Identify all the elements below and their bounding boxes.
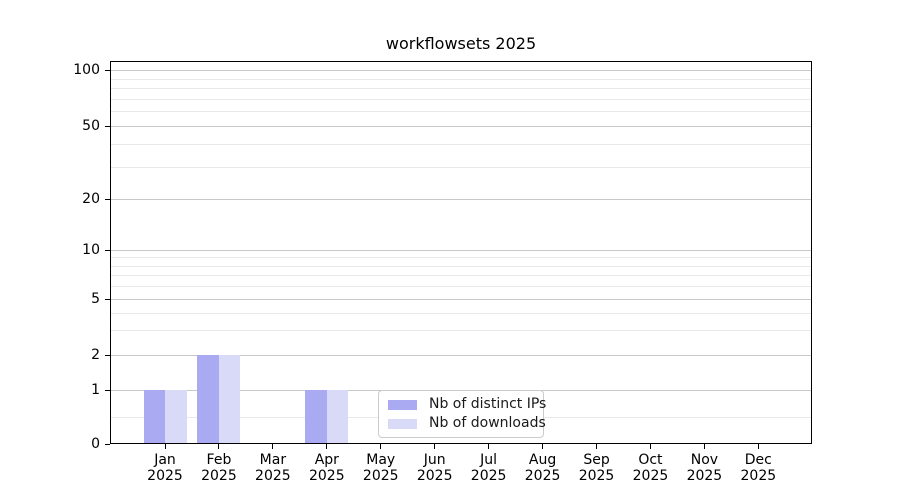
gridline-minor	[110, 275, 812, 277]
chart-canvas: workflowsets 2025 0 1 2 5 10 20 50 100 Jan 2025 F…	[0, 0, 900, 500]
x-tick-label-feb: Feb 2025	[201, 452, 237, 484]
x-tick-year: 2025	[740, 468, 777, 484]
gridline-minor	[110, 88, 812, 90]
x-tick-label-dec: Dec 2025	[741, 452, 777, 484]
gridline-major	[110, 199, 812, 200]
plot-area	[110, 61, 812, 444]
gridline-major	[110, 250, 812, 251]
x-tick-label-jul: Jul 2025	[471, 452, 507, 484]
x-tick-year: 2025	[578, 468, 615, 484]
gridline-major	[110, 299, 812, 300]
gridline-minor	[110, 143, 812, 145]
x-tick-mark	[218, 444, 220, 449]
gridline-minor	[110, 98, 812, 100]
x-tick-mark	[380, 444, 382, 449]
x-tick-mark	[757, 444, 759, 449]
gridline-major	[110, 70, 812, 71]
x-tick-mark	[596, 444, 598, 449]
chart-title: workflowsets 2025	[385, 34, 537, 53]
bar-nb-of-distinct-ips-jan	[143, 390, 165, 443]
x-tick-mark	[703, 444, 705, 449]
y-tick-mark	[105, 249, 110, 251]
y-tick-label: 50	[82, 118, 100, 134]
legend-label-downloads: Nb of downloads	[429, 415, 546, 431]
y-tick-label: 5	[91, 291, 100, 307]
legend-swatch-downloads	[388, 418, 417, 429]
y-tick-mark	[105, 125, 110, 127]
x-tick-month: May	[366, 452, 396, 468]
bar-nb-of-downloads-jan	[165, 390, 187, 443]
y-tick-label: 2	[91, 347, 100, 363]
x-tick-year: 2025	[308, 468, 345, 484]
x-tick-label-sep: Sep 2025	[579, 452, 615, 484]
y-tick-label: 100	[73, 62, 100, 78]
x-tick-year: 2025	[147, 468, 183, 484]
legend-item-downloads: Nb of downloads	[388, 415, 546, 432]
x-tick-month: Sep	[583, 452, 610, 468]
legend-item-distinct-ips: Nb of distinct IPs	[388, 396, 546, 413]
gridline-minor	[110, 111, 812, 113]
x-tick-label-aug: Aug 2025	[525, 452, 561, 484]
x-tick-mark	[649, 444, 651, 449]
x-tick-mark	[326, 444, 328, 449]
x-tick-month: Dec	[744, 452, 772, 468]
x-tick-mark	[434, 444, 436, 449]
x-tick-month: Jul	[480, 452, 498, 468]
x-tick-month: Oct	[638, 452, 663, 468]
y-tick-label: 0	[91, 436, 100, 452]
y-tick-mark	[105, 443, 110, 445]
x-tick-month: Nov	[690, 452, 719, 468]
x-tick-label-jan: Jan 2025	[147, 452, 183, 484]
y-tick-mark	[105, 69, 110, 71]
bar-nb-of-downloads-feb	[218, 355, 241, 443]
x-tick-year: 2025	[416, 468, 453, 484]
x-tick-year: 2025	[362, 468, 399, 484]
bar-nb-of-distinct-ips-feb	[197, 355, 219, 443]
x-tick-year: 2025	[524, 468, 561, 484]
x-tick-month: Mar	[259, 452, 287, 468]
x-tick-label-jun: Jun 2025	[417, 452, 453, 484]
x-tick-year: 2025	[255, 468, 291, 484]
y-tick-mark	[105, 354, 110, 356]
gridline-minor	[110, 330, 812, 332]
x-tick-month: Jun	[423, 452, 446, 468]
x-tick-label-mar: Mar 2025	[255, 452, 291, 484]
x-tick-label-may: May 2025	[363, 452, 399, 484]
x-tick-label-apr: Apr 2025	[309, 452, 345, 484]
x-tick-year: 2025	[632, 468, 669, 484]
gridline-minor	[110, 286, 812, 288]
legend-swatch-distinct-ips	[388, 399, 417, 410]
bar-nb-of-downloads-apr	[326, 390, 349, 443]
y-tick-mark	[105, 298, 110, 300]
x-tick-label-oct: Oct 2025	[633, 452, 669, 484]
x-tick-month: Aug	[528, 452, 557, 468]
x-tick-year: 2025	[470, 468, 507, 484]
x-tick-mark	[272, 444, 274, 449]
y-tick-label: 20	[82, 191, 100, 207]
x-tick-label-nov: Nov 2025	[687, 452, 723, 484]
x-tick-mark	[542, 444, 544, 449]
x-tick-year: 2025	[201, 468, 237, 484]
y-tick-label: 1	[91, 382, 100, 398]
x-tick-month: Jan	[154, 452, 176, 468]
gridline-minor	[110, 78, 812, 80]
x-tick-mark	[164, 444, 166, 449]
gridline-minor	[110, 312, 812, 314]
legend-label-distinct-ips: Nb of distinct IPs	[429, 396, 547, 412]
gridline-minor	[110, 257, 812, 259]
bar-nb-of-distinct-ips-apr	[305, 390, 327, 443]
y-tick-mark	[105, 389, 110, 391]
gridline-minor	[110, 166, 812, 168]
y-tick-mark	[105, 198, 110, 200]
y-tick-label: 10	[82, 242, 100, 258]
x-tick-month: Feb	[206, 452, 232, 468]
x-tick-mark	[488, 444, 490, 449]
legend: Nb of distinct IPs Nb of downloads	[378, 390, 546, 438]
gridline-major	[110, 126, 812, 127]
gridline-minor	[110, 265, 812, 267]
x-tick-year: 2025	[686, 468, 723, 484]
x-tick-month: Apr	[314, 452, 339, 468]
